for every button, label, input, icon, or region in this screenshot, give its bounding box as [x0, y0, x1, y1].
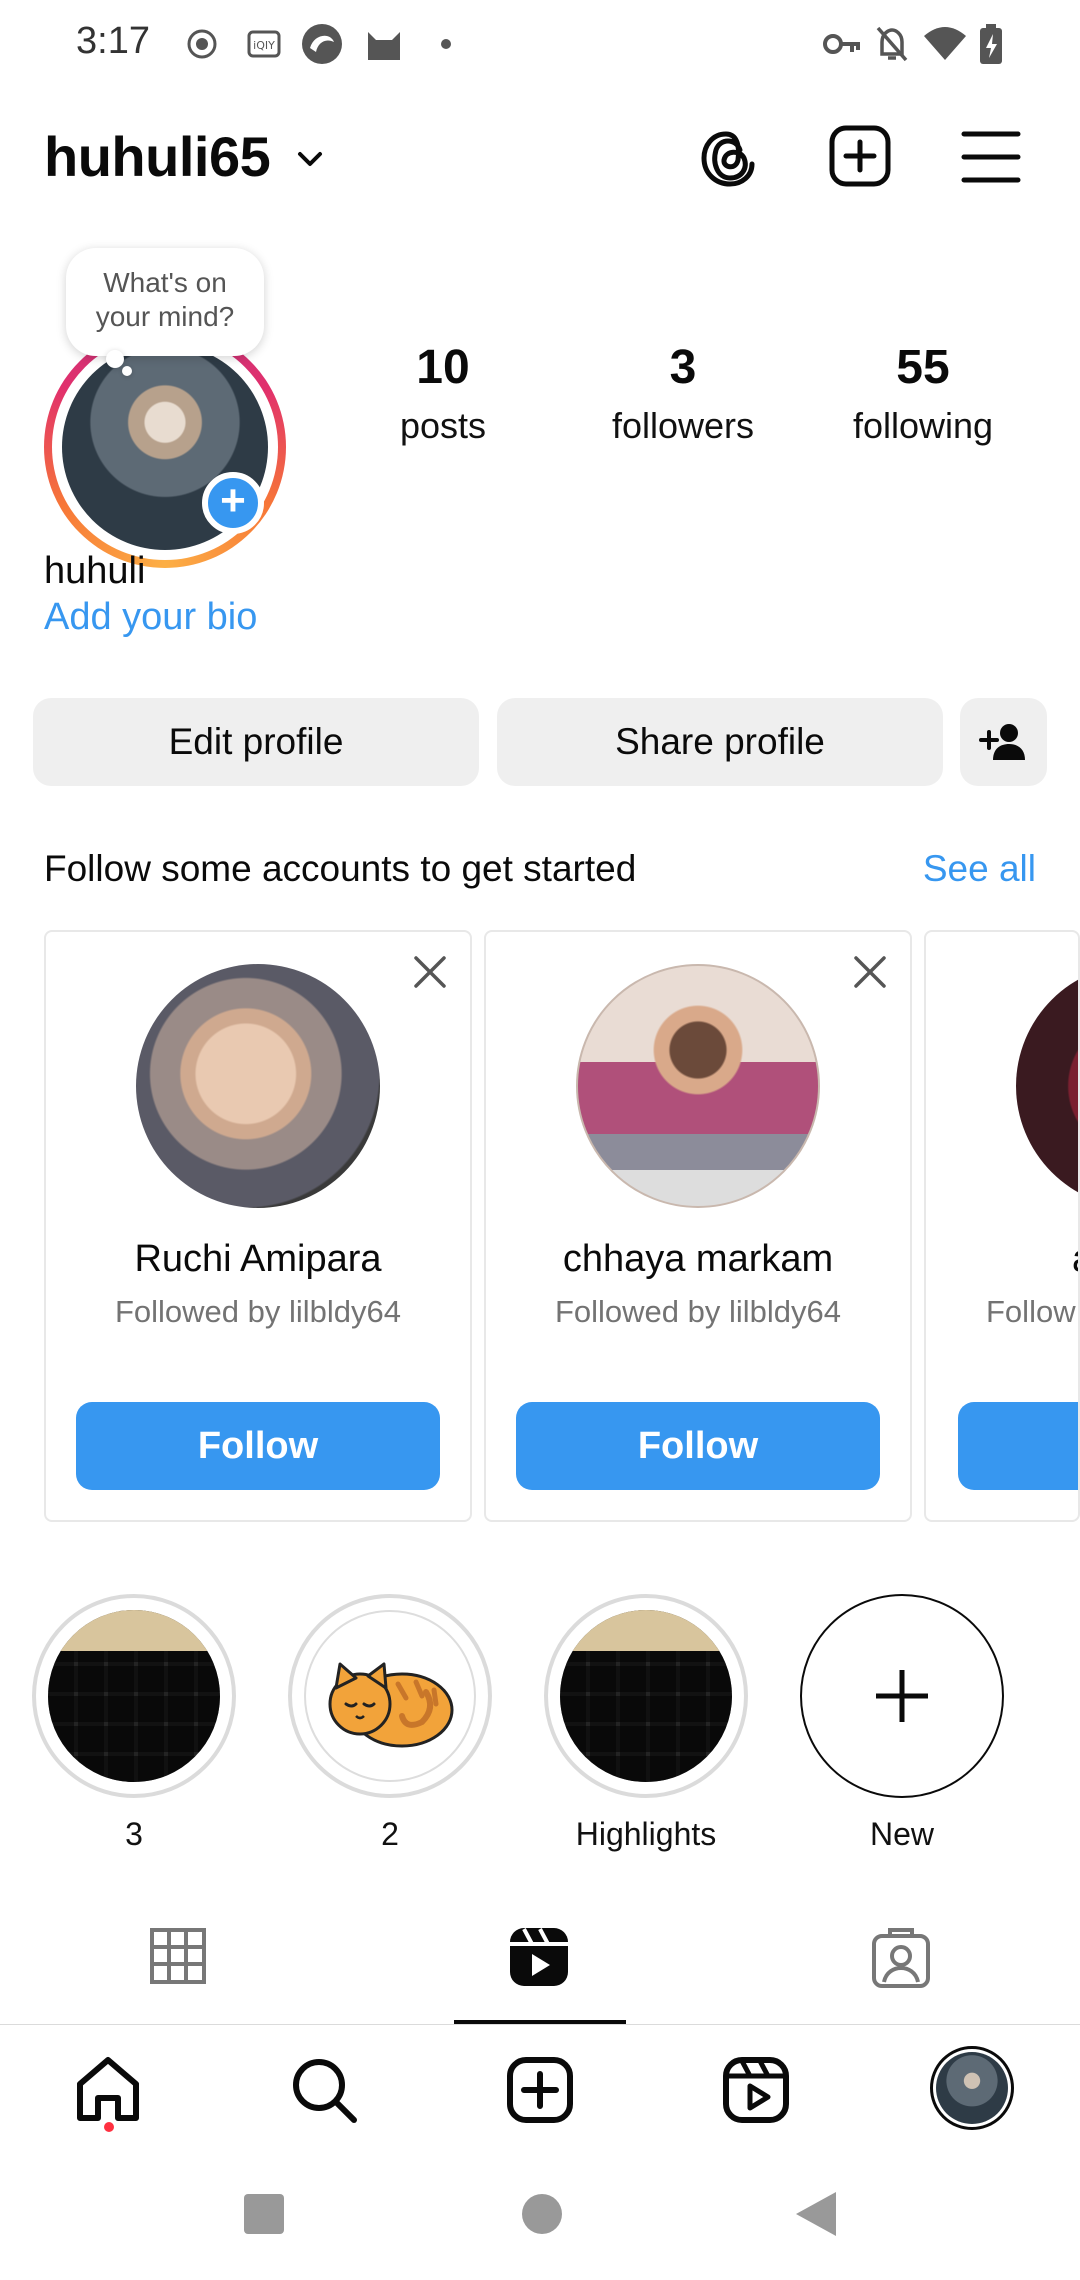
profile-tab-photo: [936, 2052, 1008, 2124]
posts-label: posts: [399, 405, 487, 446]
profile-tab-avatar[interactable]: [930, 2046, 1014, 2130]
keyboard-image: [560, 1610, 732, 1782]
record-icon: [187, 29, 217, 59]
highlight-cover: [304, 1610, 476, 1782]
tagged-icon[interactable]: [870, 1926, 932, 1988]
following-count: 55: [896, 341, 950, 394]
close-icon[interactable]: [412, 954, 448, 990]
highlight-label: 2: [381, 1816, 399, 1852]
posts-count: 10: [416, 341, 470, 394]
suggestion-subtitle: Followed by lilbldy64: [114, 1294, 402, 1329]
display-name: huhuli: [44, 550, 146, 592]
keyboard-image: [48, 1610, 220, 1782]
profile-avatar[interactable]: +: [44, 326, 286, 568]
mute-bell-icon: [876, 26, 908, 62]
note-bubble-tail: [106, 350, 124, 368]
highlight-label: 3: [125, 1816, 143, 1852]
edit-profile-button[interactable]: Edit profile: [33, 698, 479, 786]
suggestion-card[interactable]: Ruchi Amipara Followed by lilbldy64 Foll…: [44, 930, 472, 1522]
grid-icon[interactable]: [148, 1926, 208, 1986]
posts-stat[interactable]: 10 posts: [343, 340, 543, 447]
reels-tab-icon[interactable]: [508, 1926, 570, 1988]
suggestions-title: Follow some accounts to get started: [44, 848, 637, 889]
following-label: following: [852, 405, 994, 446]
home-notification-dot: [104, 2122, 114, 2132]
suggestion-avatar[interactable]: [1016, 964, 1078, 1208]
vpn-key-icon: [823, 34, 860, 54]
sleeping-cat-icon: [328, 1662, 454, 1748]
new-highlight-button[interactable]: New: [800, 1594, 1004, 1853]
suggestion-avatar[interactable]: [136, 964, 380, 1208]
highlight-cover: [560, 1610, 732, 1782]
cat-app-icon: [368, 32, 400, 60]
profile-header: huhuli65: [0, 120, 1080, 200]
highlight-item[interactable]: Highlights: [544, 1594, 748, 1853]
recents-button-icon[interactable]: [240, 2190, 288, 2238]
highlight-item[interactable]: 3: [32, 1594, 236, 1853]
tab-divider: [0, 2024, 1080, 2025]
wifi-icon: [924, 27, 966, 60]
followers-label: followers: [611, 405, 755, 446]
add-story-button[interactable]: +: [202, 472, 264, 534]
suggestion-card[interactable]: chhaya markam Followed by lilbldy64 Foll…: [484, 930, 912, 1522]
following-stat[interactable]: 55 following: [823, 340, 1023, 447]
followers-stat[interactable]: 3 followers: [583, 340, 783, 447]
highlight-label: Highlights: [575, 1816, 717, 1852]
discover-people-button[interactable]: [960, 698, 1047, 786]
add-person-icon: [978, 724, 1025, 760]
new-highlight-ring: [800, 1594, 1004, 1798]
follow-button[interactable]: Follow: [76, 1402, 440, 1490]
followers-count: 3: [669, 341, 697, 394]
close-icon[interactable]: [852, 954, 888, 990]
highlight-ring: [288, 1594, 492, 1798]
home-button-icon[interactable]: [518, 2190, 566, 2238]
add-bio-link[interactable]: Add your bio: [44, 596, 257, 639]
follow-button[interactable]: Follow: [516, 1402, 880, 1490]
svg-text:iQIY: iQIY: [253, 39, 275, 52]
menu-icon[interactable]: [960, 120, 1024, 194]
note-bubble-tail-small: [122, 366, 132, 376]
status-time: 3:17: [76, 20, 150, 62]
browser-icon: [302, 24, 342, 64]
highlight-ring: [32, 1594, 236, 1798]
create-post-icon[interactable]: [826, 120, 894, 194]
highlight-ring: [544, 1594, 748, 1798]
suggestion-name[interactable]: chhaya markam: [486, 1238, 910, 1281]
note-bubble[interactable]: What's on your mind?: [66, 248, 264, 356]
chevron-down-icon[interactable]: [292, 142, 328, 178]
suggestion-name[interactable]: Ruchi Amipara: [46, 1238, 470, 1281]
username-switcher[interactable]: huhuli65: [44, 124, 271, 189]
suggestion-name[interactable]: a: [1072, 1238, 1078, 1281]
back-button-icon[interactable]: [792, 2190, 840, 2238]
share-profile-button[interactable]: Share profile: [497, 698, 943, 786]
iqiyi-icon: iQIY: [247, 30, 281, 58]
suggestion-avatar[interactable]: [576, 964, 820, 1208]
search-icon[interactable]: [290, 2056, 358, 2124]
reels-icon[interactable]: [722, 2056, 790, 2124]
highlight-label: New: [869, 1816, 934, 1852]
status-bar: 3:17 iQIY: [0, 0, 1080, 90]
battery-icon: [980, 24, 1002, 64]
highlight-cover: [48, 1610, 220, 1782]
home-icon[interactable]: [74, 2056, 142, 2122]
suggestion-subtitle: Followed by lilbldy64: [554, 1294, 842, 1329]
see-all-link[interactable]: See all: [923, 848, 1036, 890]
threads-icon[interactable]: [696, 120, 760, 194]
suggestion-card-partial[interactable]: a Follow: [924, 930, 1080, 1522]
follow-button[interactable]: [958, 1402, 1078, 1490]
plus-icon: [876, 1670, 928, 1722]
notification-dot-icon: [441, 39, 451, 49]
create-icon[interactable]: [506, 2056, 574, 2124]
note-prompt: What's on your mind?: [95, 267, 235, 332]
suggestion-subtitle: Follow: [986, 1294, 1076, 1329]
highlight-item[interactable]: 2: [288, 1594, 492, 1853]
